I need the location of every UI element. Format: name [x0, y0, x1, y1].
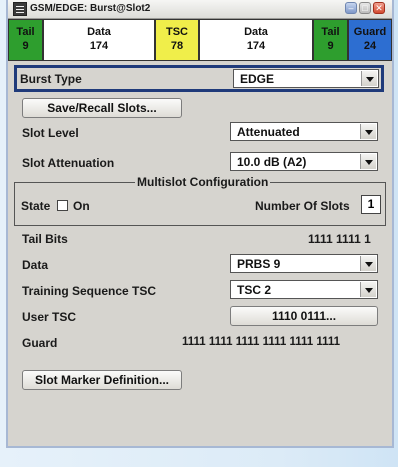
burst-type-row: Burst Type EDGE [14, 65, 384, 92]
chevron-down-icon[interactable] [360, 256, 376, 271]
segment-data-right: Data 174 [199, 19, 313, 61]
state-on-checkbox[interactable] [57, 200, 68, 211]
multislot-configuration-group: Multislot Configuration State On Number … [14, 175, 386, 226]
state-label: State [21, 199, 51, 213]
slot-marker-definition-button[interactable]: Slot Marker Definition... [22, 370, 182, 390]
segment-tail-left: Tail 9 [8, 19, 43, 61]
segment-tail-right: Tail 9 [313, 19, 348, 61]
chevron-down-icon[interactable] [361, 71, 377, 86]
burst-structure: Tail 9 Data 174 TSC 78 Data 174 Tail 9 Guard 2… [8, 19, 392, 61]
slot-level-dropdown[interactable]: Attenuated [230, 122, 378, 141]
window-title: GSM/EDGE: Burst@Slot2 [30, 3, 151, 14]
chevron-down-icon[interactable] [360, 282, 376, 297]
segment-data-left: Data 174 [43, 19, 155, 61]
chevron-down-icon[interactable] [360, 124, 376, 139]
slot-attenuation-dropdown[interactable]: 10.0 dB (A2) [230, 152, 378, 171]
minimize-icon[interactable]: – [345, 2, 357, 14]
user-tsc-label: User TSC [22, 310, 77, 324]
user-tsc-button[interactable]: 1110 0111... [230, 306, 378, 326]
title-bar[interactable]: GSM/EDGE: Burst@Slot2 – □ ✕ [8, 0, 392, 19]
chevron-down-icon[interactable] [360, 154, 376, 169]
guard-value: 1111 1111 1111 1111 1111 1111 [182, 336, 341, 348]
window-menu-icon[interactable] [13, 2, 27, 16]
tail-bits-value: 1111 1111 1 [308, 232, 371, 246]
burst-type-label: Burst Type [20, 72, 82, 86]
state-on-label: On [73, 199, 90, 213]
guard-label: Guard [22, 336, 58, 350]
save-recall-slots-button[interactable]: Save/Recall Slots... [22, 98, 182, 118]
training-sequence-label: Training Sequence TSC [22, 284, 157, 298]
segment-guard: Guard 24 [348, 19, 392, 61]
maximize-icon[interactable]: □ [359, 2, 371, 14]
number-of-slots-label: Number Of Slots [255, 199, 350, 213]
slot-attenuation-label: Slot Attenuation [22, 156, 115, 170]
number-of-slots-input[interactable]: 1 [361, 195, 381, 214]
burst-type-dropdown[interactable]: EDGE [233, 69, 379, 88]
tail-bits-label: Tail Bits [22, 232, 68, 246]
slot-level-label: Slot Level [22, 126, 79, 140]
data-dropdown[interactable]: PRBS 9 [230, 254, 378, 273]
data-label: Data [22, 258, 49, 272]
burst-editor-window: GSM/EDGE: Burst@Slot2 – □ ✕ Tail 9 Data 17… [6, 0, 394, 448]
close-icon[interactable]: ✕ [373, 2, 385, 14]
segment-tsc: TSC 78 [155, 19, 199, 61]
training-sequence-dropdown[interactable]: TSC 2 [230, 280, 378, 299]
multislot-configuration-title: Multislot Configuration [135, 175, 271, 189]
